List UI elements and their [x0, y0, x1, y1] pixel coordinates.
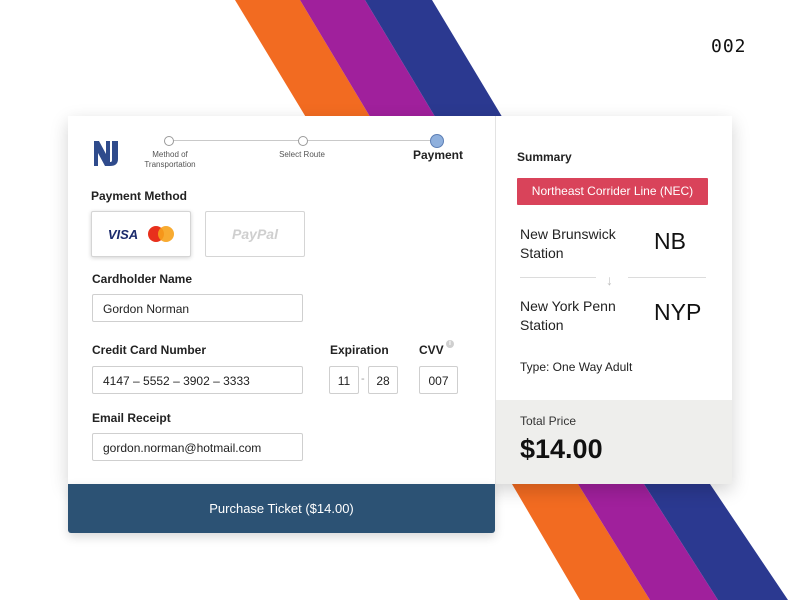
step-dot-payment[interactable] [430, 134, 444, 148]
summary-panel: Summary Northeast Corrider Line (NEC) Ne… [496, 116, 732, 484]
summary-title: Summary [517, 150, 572, 164]
step-label-route[interactable]: Select Route [272, 150, 332, 160]
route-divider-right [628, 277, 706, 278]
step-dot-route[interactable] [298, 136, 308, 146]
destination-station-name: New York Penn Station [520, 298, 616, 333]
email-receipt-label: Email Receipt [92, 411, 171, 425]
step-dot-transportation[interactable] [164, 136, 174, 146]
step-label-payment[interactable]: Payment [398, 149, 478, 161]
paypal-option[interactable]: PayPal [205, 211, 305, 257]
payment-panel: Method of Transportation Select Route Pa… [68, 116, 496, 484]
shot-number: 002 [711, 36, 747, 57]
step-label-transportation[interactable]: Method of Transportation [140, 150, 200, 170]
cardholder-name-field[interactable]: Gordon Norman [92, 294, 303, 322]
destination-station-code: NYP [654, 299, 702, 325]
ticket-card: Method of Transportation Select Route Pa… [68, 116, 732, 484]
total-price-value: $14.00 [520, 434, 603, 464]
total-price-label: Total Price [520, 414, 577, 428]
credit-card-field[interactable]: 4147 – 5552 – 3902 – 3333 [92, 366, 303, 394]
route-divider-left [520, 277, 596, 278]
purchase-ticket-button[interactable]: Purchase Ticket ($14.00) [68, 484, 495, 533]
origin-station-name: New Brunswick Station [520, 226, 616, 261]
origin-station-code: NB [654, 228, 686, 254]
cvv-field[interactable]: 007 [419, 366, 458, 394]
credit-card-label: Credit Card Number [92, 343, 207, 357]
visa-logo: VISA [107, 226, 139, 242]
progress-stepper: Method of Transportation Select Route Pa… [144, 134, 468, 176]
total-price-box: Total Price $14.00 [496, 400, 732, 484]
nj-transit-logo [94, 141, 118, 166]
paypal-logo: PayPal [232, 226, 278, 242]
cardholder-name-label: Cardholder Name [92, 272, 193, 286]
expiration-month-field[interactable]: 11 [329, 366, 359, 394]
ticket-type: Type: One Way Adult [520, 360, 633, 374]
expiration-separator: - [361, 373, 365, 385]
expiration-year-field[interactable]: 28 [368, 366, 398, 394]
email-receipt-field[interactable]: gordon.norman@hotmail.com [92, 433, 303, 461]
cvv-info-icon[interactable]: i [446, 340, 454, 348]
visa-mastercard-option[interactable]: VISA [91, 211, 191, 257]
mastercard-icon [148, 226, 175, 242]
cvv-label: CVV [419, 343, 444, 357]
arrow-down-icon: ↓ [606, 272, 613, 288]
expiration-label: Expiration [330, 343, 389, 357]
payment-method-label: Payment Method [91, 189, 188, 203]
train-line-badge: Northeast Corrider Line (NEC) [517, 178, 708, 205]
